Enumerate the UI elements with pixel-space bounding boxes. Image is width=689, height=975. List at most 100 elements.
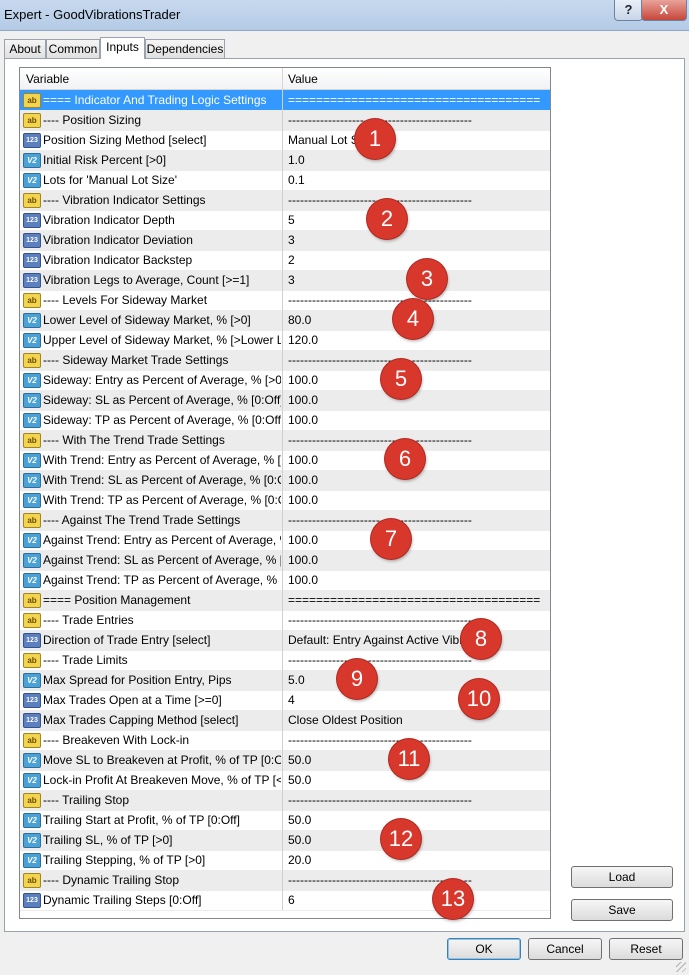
table-row[interactable]: 123 Position Sizing Method [select] Manual… [20,130,550,151]
variable-value[interactable]: 100.0 [288,573,546,587]
variable-value[interactable]: Manual Lot Size [288,133,546,147]
variable-value[interactable]: ----------------------------------------… [288,793,546,807]
variable-name: Vibration Legs to Average, Count [>=1] [43,273,250,287]
variable-value[interactable]: ----------------------------------------… [288,873,546,887]
column-divider[interactable] [282,68,283,89]
reset-button[interactable]: Reset [609,938,683,960]
variable-value[interactable]: ----------------------------------------… [288,193,546,207]
variable-name: ---- Against The Trend Trade Settings [43,513,241,527]
variable-name: ---- Position Sizing [43,113,142,127]
variable-value[interactable]: ----------------------------------------… [288,653,546,667]
variable-value[interactable]: ----------------------------------------… [288,613,546,627]
cell-divider [282,110,283,130]
integer-type-icon: 123 [23,233,41,248]
tab-about[interactable]: About [4,39,46,58]
double-type-icon: V2 [23,153,41,168]
cell-divider [282,770,283,790]
variable-value[interactable]: 5.0 [288,673,546,687]
table-row[interactable]: V2 Sideway: TP as Percent of Average, % [… [20,410,550,431]
table-row[interactable]: V2 Trailing SL, % of TP [>0] 50.0 [20,830,550,851]
table-row[interactable]: ab ---- Breakeven With Lock-in -----------… [20,730,550,751]
variable-value[interactable]: 100.0 [288,553,546,567]
cell-divider [282,310,283,330]
string-type-icon: ab [23,293,41,308]
table-row[interactable]: ab ==== Position Management ==============… [20,590,550,611]
table-row[interactable]: V2 Against Trend: SL as Percent of Averag… [20,550,550,571]
save-button[interactable]: Save [571,899,673,921]
table-row[interactable]: ab ---- Sideway Market Trade Settings ----… [20,350,550,371]
variable-value[interactable]: Close Oldest Position [288,713,546,727]
table-row[interactable]: 123 Vibration Indicator Depth 5 [20,210,550,231]
variable-value[interactable]: 5 [288,213,546,227]
annotation-badge: 10 [459,679,499,719]
variable-name: Max Spread for Position Entry, Pips [43,673,232,687]
variable-name: With Trend: TP as Percent of Average, % … [43,493,281,507]
variable-value[interactable]: ----------------------------------------… [288,513,546,527]
table-row[interactable]: V2 Trailing Start at Profit, % of TP [0:O… [20,810,550,831]
table-row[interactable]: ab ---- With The Trend Trade Settings ----… [20,430,550,451]
cell-divider [282,250,283,270]
table-row[interactable]: V2 With Trend: Entry as Percent of Averag… [20,450,550,471]
help-button[interactable]: ? [614,0,643,21]
table-row[interactable]: V2 Lock-in Profit At Breakeven Move, % of… [20,770,550,791]
variable-name: Against Trend: Entry as Percent of Avera… [43,533,281,547]
table-row[interactable]: V2 Lower Level of Sideway Market, % [>0] 8… [20,310,550,331]
cancel-button[interactable]: Cancel [528,938,602,960]
variable-value[interactable]: ==================================== [288,593,546,607]
variable-value[interactable]: 1.0 [288,153,546,167]
load-button[interactable]: Load [571,866,673,888]
variable-value[interactable]: ==================================== [288,93,546,107]
table-row[interactable]: V2 With Trend: SL as Percent of Average, … [20,470,550,491]
variable-value[interactable]: 100.0 [288,473,546,487]
variable-value[interactable]: 100.0 [288,393,546,407]
column-header-value[interactable]: Value [288,72,318,86]
variable-value[interactable]: 20.0 [288,853,546,867]
table-row[interactable]: 123 Vibration Indicator Deviation 3 [20,230,550,251]
variable-value[interactable]: Default: Entry Against Active Vibration [288,633,546,647]
table-row[interactable]: V2 Sideway: Entry as Percent of Average, … [20,370,550,391]
variable-value[interactable]: 4 [288,693,546,707]
variable-value[interactable]: 50.0 [288,813,546,827]
table-row[interactable]: ab ---- Levels For Sideway Market --------… [20,290,550,311]
column-header-variable[interactable]: Variable [26,72,69,86]
table-row[interactable]: V2 Against Trend: TP as Percent of Averag… [20,570,550,591]
table-row[interactable]: ab ---- Against The Trend Trade Settings -… [20,510,550,531]
variable-value[interactable]: 6 [288,893,546,907]
variable-name: Vibration Indicator Deviation [43,233,193,247]
table-row[interactable]: ab ---- Trailing Stop --------------------… [20,790,550,811]
variable-name: Vibration Indicator Backstep [43,253,193,267]
string-type-icon: ab [23,193,41,208]
tab-common[interactable]: Common [46,39,100,58]
table-row[interactable]: ab---- Vibration Indicator Settings -----… [20,190,550,211]
table-row[interactable]: V2 Upper Level of Sideway Market, % [>Low… [20,330,550,351]
table-row[interactable]: V2 Lots for 'Manual Lot Size' 0.1 [20,170,550,191]
table-row[interactable]: V2 Sideway: SL as Percent of Average, % [… [20,390,550,411]
annotation-badge: 9 [337,659,377,699]
variable-name: Vibration Indicator Depth [43,213,175,227]
variable-value[interactable]: 100.0 [288,533,546,547]
table-row[interactable]: 123 Vibration Indicator Backstep 2 [20,250,550,271]
variable-value[interactable]: 100.0 [288,493,546,507]
tab-inputs[interactable]: Inputs [100,37,145,59]
cell-divider [282,150,283,170]
variable-value[interactable]: 0.1 [288,173,546,187]
table-row[interactable]: V2 Move SL to Breakeven at Profit, % of T… [20,750,550,771]
tab-dependencies[interactable]: Dependencies [145,39,225,58]
variable-value[interactable]: 3 [288,233,546,247]
ok-button[interactable]: OK [447,938,521,960]
table-row[interactable]: ab ==== Indicator And Trading Logic Setti… [20,90,550,111]
table-row[interactable]: V2 Initial Risk Percent [>0] 1.0 [20,150,550,171]
table-row[interactable]: ab ---- Dynamic Trailing Stop ------------… [20,870,550,891]
table-row[interactable]: V2 With Trend: TP as Percent of Average, … [20,490,550,511]
close-button[interactable]: X [641,0,687,21]
table-row[interactable]: V2 Trailing Stepping, % of TP [>0] 20.0 [20,850,550,871]
variable-value[interactable]: ----------------------------------------… [288,353,546,367]
double-type-icon: V2 [23,373,41,388]
variable-name: Lower Level of Sideway Market, % [>0] [43,313,251,327]
variable-value[interactable]: ----------------------------------------… [288,113,546,127]
table-row[interactable]: ab---- Position Sizing ------------------… [20,110,550,131]
resize-grip-icon[interactable] [676,962,686,972]
variable-value[interactable]: 100.0 [288,413,546,427]
table-row[interactable]: V2 Against Trend: Entry as Percent of Ave… [20,530,550,551]
table-row[interactable]: 123 Vibration Legs to Average, Count [>=1… [20,270,550,291]
